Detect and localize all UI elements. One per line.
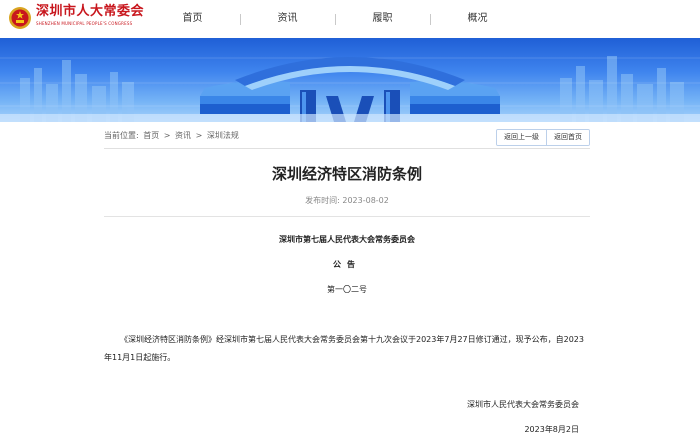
nav-item-duties[interactable]: 履职 bbox=[335, 0, 430, 38]
breadcrumb-item-home[interactable]: 首页 bbox=[143, 131, 159, 140]
site-header: 深圳市人大常委会 SHENZHEN MUNICIPAL PEOPLE'S CON… bbox=[0, 0, 700, 38]
nav-divider bbox=[335, 14, 336, 25]
publish-date: 发布时间: 2023-08-02 bbox=[305, 196, 389, 205]
hero-banner bbox=[0, 38, 700, 122]
breadcrumb-separator: > bbox=[163, 131, 171, 140]
document-number: 第一〇二号 bbox=[327, 285, 367, 294]
notice-heading: 公告 bbox=[333, 260, 361, 269]
issuer-heading: 深圳市第七届人民代表大会常务委员会 bbox=[279, 235, 415, 244]
nav-divider bbox=[430, 14, 431, 25]
nav-item-home[interactable]: 首页 bbox=[145, 0, 240, 38]
nav-item-news[interactable]: 资讯 bbox=[240, 0, 335, 38]
home-button[interactable]: 返回首页 bbox=[546, 130, 589, 145]
article-title: 深圳经济特区消防条例 bbox=[271, 165, 422, 183]
skyline-illustration bbox=[0, 56, 700, 122]
breadcrumb-prefix: 当前位置: bbox=[104, 131, 139, 140]
back-button[interactable]: 返回上一级 bbox=[497, 130, 546, 145]
breadcrumb-item-news[interactable]: 资讯 bbox=[175, 131, 191, 140]
breadcrumb-separator: > bbox=[195, 131, 203, 140]
signature-date: 2023年8月2日 bbox=[524, 425, 579, 434]
breadcrumb-item-laws[interactable]: 深圳法规 bbox=[207, 131, 239, 140]
article-body: 《深圳经济特区消防条例》经深圳市第七届人民代表大会常务委员会第十九次会议于202… bbox=[104, 335, 584, 362]
title-divider bbox=[104, 216, 590, 217]
signature-organization: 深圳市人民代表大会常务委员会 bbox=[467, 400, 579, 409]
page-actions: 返回上一级 返回首页 bbox=[496, 129, 590, 146]
site-brand[interactable]: 深圳市人大常委会 SHENZHEN MUNICIPAL PEOPLE'S CON… bbox=[36, 4, 144, 27]
breadcrumb-bar: 当前位置: 首页 > 资讯 > 深圳法规 返回上一级 返回首页 bbox=[104, 127, 590, 149]
site-name-en: SHENZHEN MUNICIPAL PEOPLE'S CONGRESS bbox=[36, 21, 133, 26]
breadcrumb: 当前位置: 首页 > 资讯 > 深圳法规 bbox=[104, 130, 241, 141]
nav-item-overview[interactable]: 概况 bbox=[430, 0, 525, 38]
nav-divider bbox=[240, 14, 241, 25]
national-emblem-icon[interactable] bbox=[8, 5, 32, 31]
site-name: 深圳市人大常委会 bbox=[36, 4, 145, 19]
